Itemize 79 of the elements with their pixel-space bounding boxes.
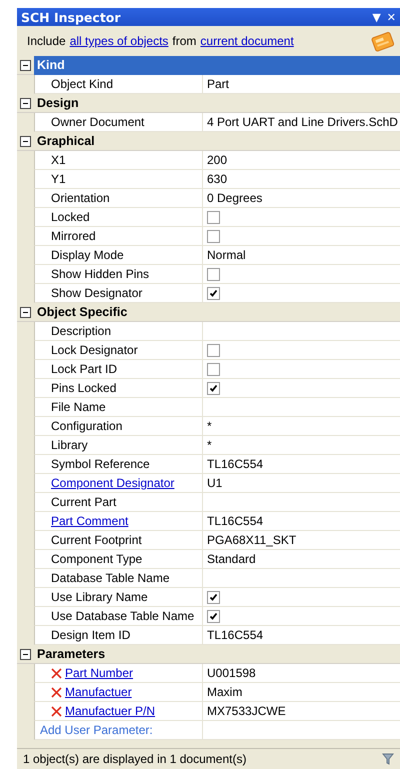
property-name: Lock Part ID [51,361,118,378]
checkbox[interactable] [207,268,220,280]
checkbox[interactable] [207,286,220,300]
checkbox[interactable] [207,610,220,622]
property-name: Show Hidden Pins [51,266,150,283]
property-value[interactable]: 0 Degrees [207,189,262,207]
property-name: Y1 [51,171,66,188]
section-header[interactable]: Design [34,94,400,112]
checkbox[interactable] [207,362,220,376]
document-scope-link[interactable]: current document [200,34,294,48]
menu-button[interactable]: ▼ [372,10,381,24]
parameter-link[interactable]: Part Number [65,664,134,682]
filter-label: from [172,34,196,48]
collapse-icon[interactable] [20,98,31,108]
property-value[interactable]: 200 [207,151,228,169]
property-value[interactable]: Maxim [207,683,242,701]
property-value[interactable]: * [207,417,212,435]
property-name: X1 [51,152,66,169]
property-value[interactable]: TL16C554 [207,455,264,473]
section-header[interactable]: Object Specific [34,302,400,322]
property-name: Mirrored [51,228,96,245]
checkbox[interactable] [207,344,220,356]
property-name: Design Item ID [51,627,130,644]
property-value[interactable]: Normal [207,246,246,264]
close-button[interactable]: ✕ [386,10,396,24]
property-name: Owner Document [51,114,144,131]
parameter-link[interactable]: Manufactuer P/N [65,702,156,720]
property-link[interactable]: Part Comment [51,512,128,530]
property-name: Pins Locked [51,380,116,397]
property-name: Locked [51,209,90,226]
property-value[interactable]: U001598 [207,664,256,682]
property-value[interactable]: 4 Port UART and Line Drivers.SchD [207,113,398,131]
collapse-icon[interactable] [20,306,31,318]
checkbox[interactable] [207,210,220,224]
property-value[interactable]: 630 [207,170,228,188]
property-name: Use Database Table Name [51,608,194,625]
property-value[interactable]: U1 [207,474,222,492]
property-name: Show Designator [51,285,142,302]
section-header[interactable]: Graphical [34,132,400,150]
property-name: File Name [51,399,106,416]
checkbox[interactable] [207,230,220,242]
property-value[interactable]: MX7533JCWE [207,702,286,720]
property-value[interactable]: TL16C554 [207,626,264,644]
parameter-link[interactable]: Manufactuer [65,683,132,701]
delete-icon[interactable] [51,706,62,716]
property-name: Description [51,323,112,340]
property-name: Orientation [51,190,110,207]
property-name: Component Type [51,551,142,568]
section-header[interactable]: Kind [34,56,400,74]
status-text: 1 object(s) are displayed in 1 document(s) [23,752,248,766]
property-name: Library [51,437,88,454]
delete-icon[interactable] [51,686,62,698]
section-header[interactable]: Parameters [34,644,400,664]
delete-icon[interactable] [51,668,62,678]
property-value[interactable]: Standard [207,550,256,568]
property-link[interactable]: Component Designator [51,474,174,492]
property-value[interactable]: * [207,436,212,454]
property-name: Use Library Name [51,589,148,606]
property-value[interactable]: Part [207,75,230,93]
property-name: Symbol Reference [51,456,150,473]
property-name: Display Mode [51,247,124,264]
filter-label: Include [27,34,66,48]
property-name: Current Part [51,494,116,511]
object-type-link[interactable]: all types of objects [70,34,168,48]
property-name: Database Table Name [51,570,170,587]
checkbox[interactable] [207,590,220,604]
property-value[interactable]: TL16C554 [207,512,264,530]
collapse-icon[interactable] [20,60,31,70]
collapse-icon[interactable] [20,136,31,146]
collapse-icon[interactable] [20,648,31,660]
property-name: Configuration [51,418,122,435]
inspector-icon[interactable] [370,29,394,53]
property-name: Object Kind [51,76,114,93]
checkbox[interactable] [207,382,220,394]
property-name: Lock Designator [51,342,138,359]
window-title: SCH Inspector [21,10,122,24]
property-name: Current Footprint [51,532,142,549]
property-value[interactable]: PGA68X11_SKT [207,531,296,549]
filter-icon[interactable] [382,753,394,765]
